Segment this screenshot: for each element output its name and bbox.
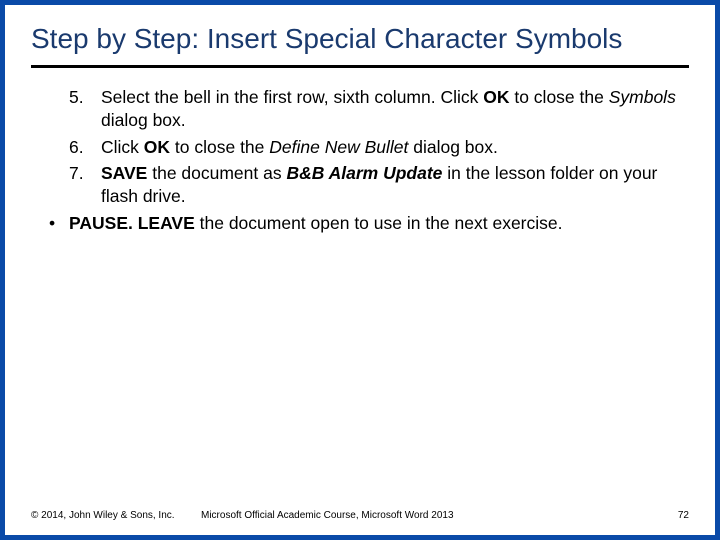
step-text: SAVE the document as B&B Alarm Update in…	[101, 162, 689, 208]
step-item: 5. Select the bell in the first row, six…	[31, 86, 689, 132]
footer-copyright: © 2014, John Wiley & Sons, Inc.	[31, 510, 201, 521]
slide: Step by Step: Insert Special Character S…	[5, 5, 715, 535]
bullet-mark: •	[49, 212, 69, 235]
page-title: Step by Step: Insert Special Character S…	[31, 23, 689, 68]
step-text: Click OK to close the Define New Bullet …	[101, 136, 689, 159]
content-body: 5. Select the bell in the first row, six…	[31, 86, 689, 235]
bullet-item: • PAUSE. LEAVE the document open to use …	[31, 212, 689, 235]
step-item: 6. Click OK to close the Define New Bull…	[31, 136, 689, 159]
footer-page-number: 72	[678, 510, 689, 521]
step-number: 6.	[69, 136, 101, 159]
bullet-text: PAUSE. LEAVE the document open to use in…	[69, 212, 689, 235]
footer-course: Microsoft Official Academic Course, Micr…	[201, 510, 678, 521]
step-item: 7. SAVE the document as B&B Alarm Update…	[31, 162, 689, 208]
footer: © 2014, John Wiley & Sons, Inc. Microsof…	[31, 510, 689, 521]
step-number: 5.	[69, 86, 101, 132]
step-text: Select the bell in the first row, sixth …	[101, 86, 689, 132]
step-number: 7.	[69, 162, 101, 208]
